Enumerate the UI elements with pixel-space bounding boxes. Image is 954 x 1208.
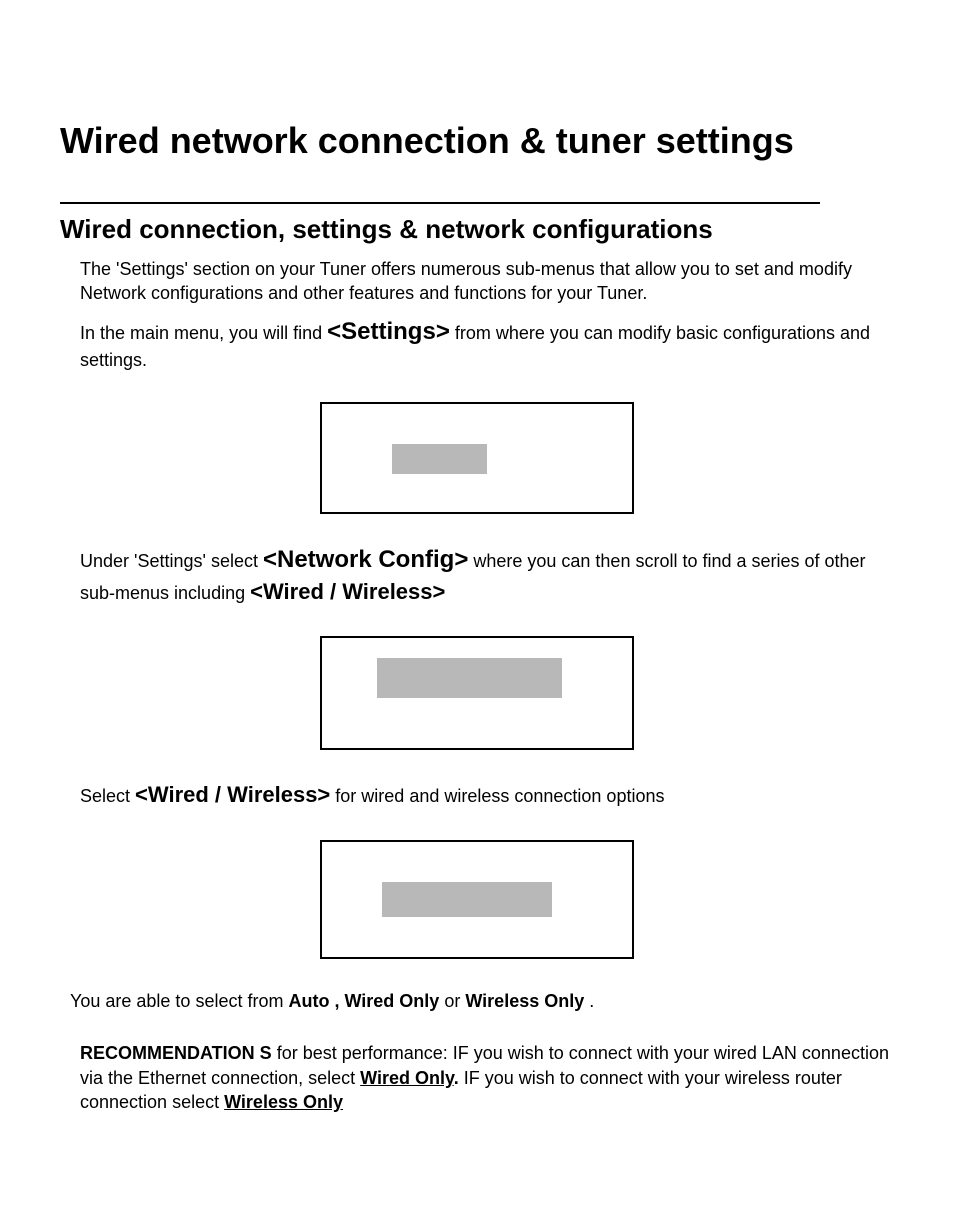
- text-segment: .: [589, 991, 594, 1011]
- settings-paragraph: In the main menu, you will find <Setting…: [80, 316, 894, 373]
- wired-only-link: Wired Only: [360, 1068, 454, 1088]
- settings-keyword: <Settings>: [327, 318, 450, 345]
- wired-wireless-keyword: <Wired / Wireless>: [135, 782, 330, 807]
- network-config-paragraph: Under 'Settings' select <Network Config>…: [80, 544, 894, 606]
- section-heading: Wired connection, settings & network con…: [60, 214, 894, 245]
- options-paragraph: You are able to select from Auto , Wired…: [70, 989, 894, 1013]
- title-rule: [60, 202, 820, 204]
- figure-settings-screen: [320, 402, 634, 514]
- figure-wired-wireless-screen: [320, 840, 634, 959]
- wireless-only-link: Wireless Only: [224, 1092, 343, 1112]
- figure-network-config-screen: [320, 636, 634, 750]
- text-segment: In the main menu, you will find: [80, 323, 327, 343]
- text-segment: for wired and wireless connection option…: [335, 786, 664, 806]
- text-segment: Under 'Settings' select: [80, 551, 263, 571]
- recommendations-paragraph: RECOMMENDATION S for best performance: I…: [80, 1041, 894, 1114]
- text-segment: Select: [80, 786, 135, 806]
- page-title: Wired network connection & tuner setting…: [60, 120, 894, 172]
- figure-highlight: [382, 882, 552, 917]
- option-auto-wired: Auto , Wired Only: [288, 991, 439, 1011]
- figure-highlight: [377, 658, 562, 698]
- network-config-keyword: <Network Config>: [263, 546, 468, 573]
- text-segment: You are able to select from: [70, 991, 288, 1011]
- intro-paragraph: The 'Settings' section on your Tuner off…: [80, 257, 894, 306]
- wired-wireless-keyword: <Wired / Wireless>: [250, 579, 445, 604]
- figure-highlight: [392, 444, 487, 474]
- recommendations-label: RECOMMENDATION S: [80, 1043, 272, 1063]
- text-segment: or: [444, 991, 465, 1011]
- option-wireless-only: Wireless Only: [465, 991, 584, 1011]
- select-wired-wireless-paragraph: Select <Wired / Wireless> for wired and …: [80, 780, 894, 810]
- text-segment: .: [454, 1068, 459, 1088]
